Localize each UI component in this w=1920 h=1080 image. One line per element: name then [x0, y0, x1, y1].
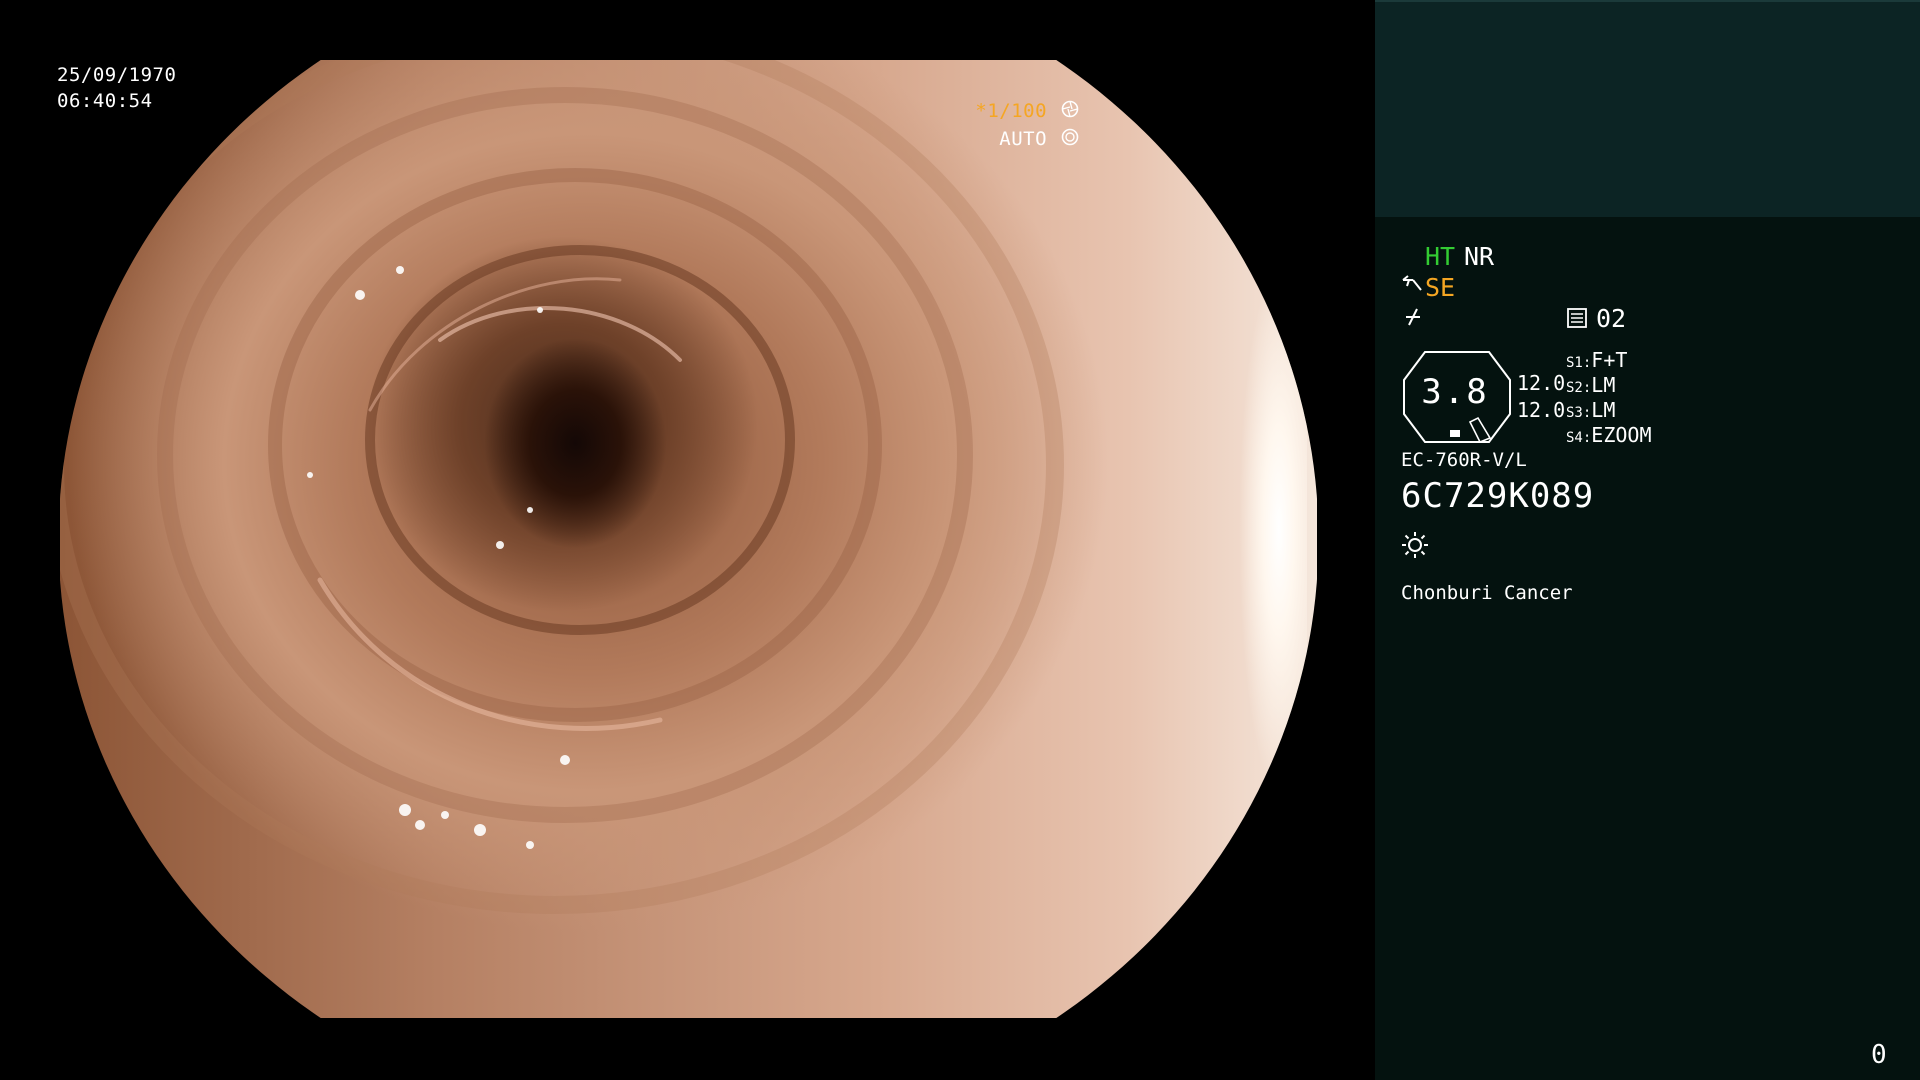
panel-header-area [1375, 0, 1920, 217]
image-counter: 0 [1871, 1040, 1887, 1070]
value-2: 12.0 [1517, 398, 1566, 422]
info-panel: HT NR SE 02 3.8 12.0 12.0 S1:F+T S2:LM S… [1375, 0, 1920, 1080]
date-text: 25/09/1970 [57, 64, 177, 86]
time-text: 06:40:54 [57, 90, 153, 112]
memory-icon [1566, 307, 1588, 335]
shutter-text: *1/100 [975, 100, 1048, 122]
switch-value: F+T [1591, 348, 1628, 372]
switch-key: S2: [1566, 380, 1592, 396]
switch-s2: S2:LM [1566, 373, 1615, 397]
auto-iris-icon [1061, 127, 1079, 153]
se-scissors-icon [1401, 274, 1423, 300]
mucosa-folds [60, 60, 1064, 914]
exposure-mode-text: AUTO [999, 128, 1048, 150]
switch-key: S3: [1566, 405, 1592, 421]
nr-indicator: NR [1464, 242, 1495, 271]
light-sun-icon [1400, 530, 1430, 566]
value-1: 12.0 [1517, 371, 1566, 395]
ht-indicator: HT [1425, 242, 1456, 271]
switch-value: EZOOM [1591, 423, 1652, 447]
switch-s4: S4:EZOOM [1566, 423, 1652, 447]
switch-key: S4: [1566, 430, 1592, 446]
switch-value: LM [1591, 373, 1616, 397]
exposure-readout: AUTO [999, 126, 1079, 153]
datetime-readout: 25/09/1970 06:40:54 [57, 62, 176, 114]
memory-value: 02 [1596, 304, 1627, 333]
shutter-readout: *1/100 [975, 98, 1079, 125]
switch-s3: S3:LM [1566, 398, 1615, 422]
slash-icon [1402, 306, 1424, 334]
endoscopic-image [60, 60, 1317, 1018]
light-reflection [1237, 260, 1307, 800]
switch-value: LM [1591, 398, 1616, 422]
se-indicator: SE [1425, 273, 1456, 302]
endoscopy-screen: 25/09/1970 06:40:54 *1/100 AUTO HT NR SE… [0, 0, 1920, 1080]
switch-s1: S1:F+T [1566, 348, 1627, 372]
dial-value: 3.8 [1421, 372, 1489, 412]
scope-serial: 6C729K089 [1401, 476, 1595, 516]
site-name: Chonburi Cancer [1401, 582, 1573, 604]
scope-model: EC-760R-V/L [1401, 449, 1527, 471]
switch-key: S1: [1566, 355, 1592, 371]
shutter-icon [1061, 99, 1079, 125]
